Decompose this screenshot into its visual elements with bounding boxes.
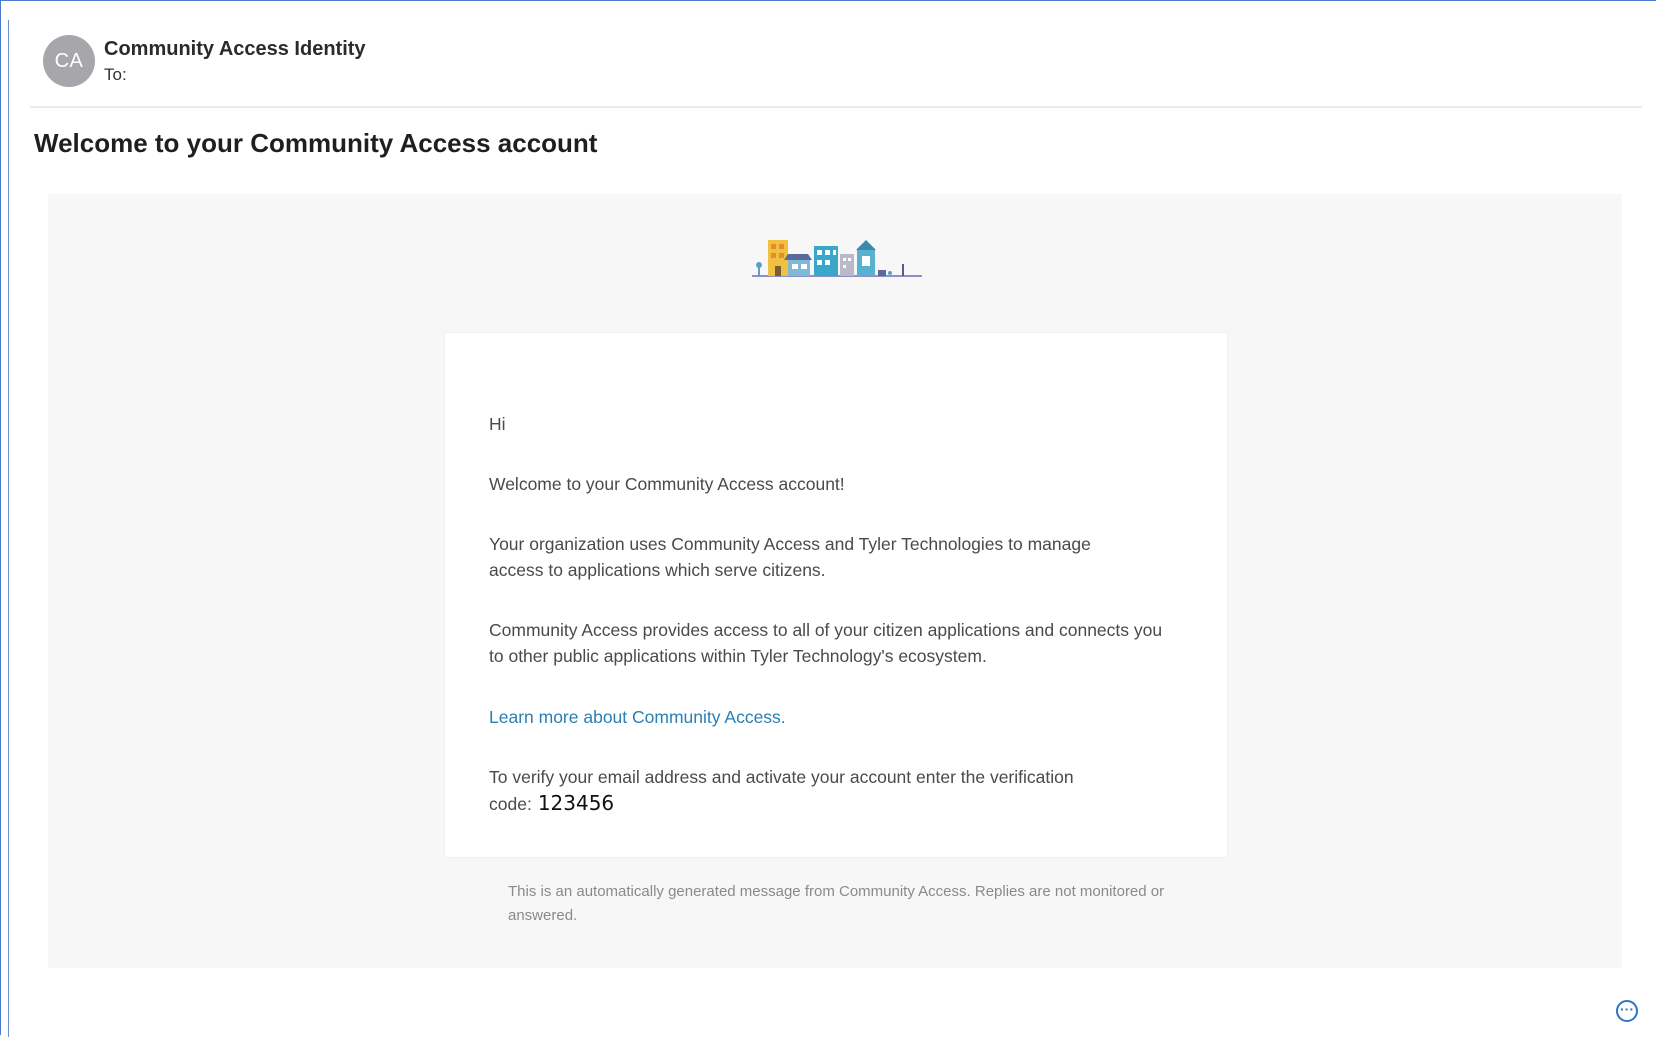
window-left-border xyxy=(8,20,9,1037)
greeting-text: Hi xyxy=(489,414,506,434)
more-options-icon[interactable]: ··· xyxy=(1616,1000,1638,1022)
header-divider xyxy=(30,106,1642,108)
learn-more-line: Learn more about Community Access. xyxy=(489,704,1169,730)
sender-info: Community Access Identity To: xyxy=(104,36,366,86)
ecosystem-paragraph: Community Access provides access to all … xyxy=(489,620,1163,666)
email-header: CA Community Access Identity To: xyxy=(43,33,366,89)
email-subject: Welcome to your Community Access account xyxy=(34,128,598,158)
welcome-text: Welcome to your Community Access account… xyxy=(489,474,845,494)
auto-generated-notice: This is an automatically generated messa… xyxy=(508,883,1165,924)
learn-more-link[interactable]: Learn more about Community Access. xyxy=(489,707,786,727)
verification-paragraph: To verify your email address and activat… xyxy=(489,764,1139,817)
recipient-to-label: To: xyxy=(104,65,127,84)
organization-paragraph: Your organization uses Community Access … xyxy=(489,534,1091,580)
sender-avatar[interactable]: CA xyxy=(43,35,95,87)
town-buildings-logo xyxy=(752,240,922,277)
verification-code[interactable]: 123456 xyxy=(538,791,614,815)
sender-name[interactable]: Community Access Identity xyxy=(104,36,366,62)
